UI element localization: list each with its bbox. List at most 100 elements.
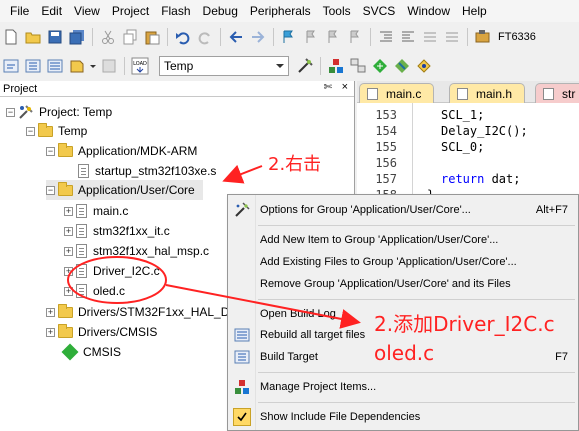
code-text: SCL_0; <box>441 140 485 154</box>
expand-toggle-icon[interactable]: + <box>64 266 73 276</box>
menu-window[interactable]: Window <box>401 0 456 22</box>
tree-file-hal-msp[interactable]: + stm32f1xx_hal_msp.c <box>64 241 209 261</box>
tree-file-driver-i2c[interactable]: + Driver_I2C.c <box>64 261 160 281</box>
event-recorder-icon[interactable] <box>414 56 434 76</box>
tree-file-startup[interactable]: startup_stm32f103xe.s <box>78 161 216 181</box>
save-all-icon[interactable] <box>67 27 87 47</box>
menu-item-label: Add Existing Files to Group 'Application… <box>260 256 517 268</box>
redo-icon[interactable] <box>195 27 215 47</box>
menu-tools[interactable]: Tools <box>317 0 357 22</box>
toolbar-separator <box>124 57 125 75</box>
tree-file-it[interactable]: + stm32f1xx_it.c <box>64 221 170 241</box>
toolbar-separator <box>92 28 93 46</box>
tree-cmsis-component[interactable]: CMSIS <box>61 342 121 362</box>
menu-item-label: Manage Project Items... <box>260 381 377 393</box>
paste-icon[interactable] <box>142 27 162 47</box>
dropdown-arrow-icon[interactable] <box>89 56 97 76</box>
collapse-toggle-icon[interactable]: − <box>26 126 35 136</box>
tree-file-main[interactable]: + main.c <box>64 201 128 221</box>
menu-item-label: Options for Group 'Application/User/Core… <box>260 204 471 216</box>
tab-label: main.h <box>476 87 513 101</box>
tab-main-c[interactable]: main.c <box>359 83 435 103</box>
expand-toggle-icon[interactable]: + <box>46 307 55 317</box>
menu-item-remove-group[interactable]: Remove Group 'Application/User/Core' and… <box>228 273 579 295</box>
expand-toggle-icon[interactable]: + <box>64 226 73 236</box>
menu-item-manage-project-items[interactable]: Manage Project Items... <box>228 376 579 398</box>
menu-debug[interactable]: Debug <box>197 0 244 22</box>
menu-separator <box>258 372 575 373</box>
target-select[interactable]: Temp <box>159 56 289 76</box>
expand-toggle-icon[interactable]: + <box>46 327 55 337</box>
line-number: 156 <box>375 156 397 170</box>
expand-toggle-icon[interactable]: + <box>64 246 73 256</box>
expand-toggle-icon[interactable]: + <box>64 206 73 216</box>
uncomment-icon[interactable] <box>442 27 462 47</box>
comment-icon[interactable] <box>420 27 440 47</box>
new-file-icon[interactable] <box>1 27 21 47</box>
checkmark-icon <box>233 408 251 426</box>
collapse-toggle-icon[interactable]: − <box>46 146 55 156</box>
bookmark-clear-icon[interactable] <box>345 27 365 47</box>
collapse-toggle-icon[interactable]: − <box>6 107 15 117</box>
copy-icon[interactable] <box>120 27 140 47</box>
tree-group-user-core[interactable]: − Application/User/Core <box>46 180 203 200</box>
bookmark-prev-icon[interactable] <box>301 27 321 47</box>
menu-flash[interactable]: Flash <box>155 0 196 22</box>
pack-installer-icon[interactable] <box>392 56 412 76</box>
tree-group-label: Drivers/STM32F1xx_HAL_Dr <box>78 305 234 319</box>
menu-item-add-existing-files[interactable]: Add Existing Files to Group 'Application… <box>228 251 579 273</box>
line-number: 154 <box>375 124 397 138</box>
cut-icon[interactable] <box>98 27 118 47</box>
tree-group-cmsis[interactable]: + Drivers/CMSIS <box>46 322 157 342</box>
bookmark-next-icon[interactable] <box>323 27 343 47</box>
menu-edit[interactable]: Edit <box>35 0 68 22</box>
menu-file[interactable]: File <box>4 0 35 22</box>
tab-main-h[interactable]: main.h <box>449 83 526 103</box>
menu-svcs[interactable]: SVCS <box>357 0 402 22</box>
select-packs-icon[interactable] <box>370 56 390 76</box>
menu-item-add-new-item[interactable]: Add New Item to Group 'Application/User/… <box>228 229 579 251</box>
bookmark-set-icon[interactable] <box>279 27 299 47</box>
save-icon[interactable] <box>45 27 65 47</box>
close-icon[interactable]: × <box>342 81 348 93</box>
tree-group-mdk-arm[interactable]: − Application/MDK-ARM <box>46 141 197 161</box>
target-options-icon[interactable] <box>295 56 315 76</box>
undo-icon[interactable] <box>173 27 193 47</box>
menu-item-show-include-deps[interactable]: Show Include File Dependencies <box>228 406 579 428</box>
tree-group-hal-driver[interactable]: + Drivers/STM32F1xx_HAL_Dr <box>46 302 233 322</box>
stop-build-icon[interactable] <box>99 56 119 76</box>
collapse-toggle-icon[interactable]: − <box>46 185 55 195</box>
expand-toggle-icon[interactable]: + <box>64 286 73 296</box>
menu-item-options-for-group[interactable]: Options for Group 'Application/User/Core… <box>228 199 579 221</box>
editor-tabs: main.c main.h str <box>357 81 579 103</box>
indent-icon[interactable] <box>376 27 396 47</box>
nav-back-icon[interactable] <box>226 27 246 47</box>
pin-icon[interactable]: ✄ <box>324 82 332 93</box>
file-icon <box>76 264 87 278</box>
tree-file-oled[interactable]: + oled.c <box>64 281 125 301</box>
tree-file-label: stm32f1xx_hal_msp.c <box>93 244 210 258</box>
build-toolbar: LOAD Temp <box>0 53 579 79</box>
menu-peripherals[interactable]: Peripherals <box>244 0 317 22</box>
open-folder-icon[interactable] <box>23 27 43 47</box>
menu-item-label: Show Include File Dependencies <box>260 411 421 423</box>
menu-view[interactable]: View <box>68 0 106 22</box>
tab-stm[interactable]: str <box>535 83 579 103</box>
find-in-files-icon[interactable] <box>473 27 493 47</box>
rebuild-icon[interactable] <box>45 56 65 76</box>
nav-forward-icon[interactable] <box>248 27 268 47</box>
download-load-icon[interactable]: LOAD <box>130 56 150 76</box>
translate-icon[interactable] <box>1 56 21 76</box>
manage-components-icon[interactable] <box>326 56 346 76</box>
tree-target[interactable]: − Temp <box>26 121 87 141</box>
menu-help[interactable]: Help <box>456 0 493 22</box>
batch-build-icon[interactable] <box>67 56 87 76</box>
menu-project[interactable]: Project <box>106 0 155 22</box>
file-extensions-icon[interactable] <box>348 56 368 76</box>
tree-file-label: stm32f1xx_it.c <box>93 224 170 238</box>
code-line: 154 Delay_I2C(); <box>357 123 579 139</box>
unindent-icon[interactable] <box>398 27 418 47</box>
tree-root[interactable]: − Project: Temp <box>6 102 112 122</box>
menu-separator <box>258 225 575 226</box>
build-icon[interactable] <box>23 56 43 76</box>
